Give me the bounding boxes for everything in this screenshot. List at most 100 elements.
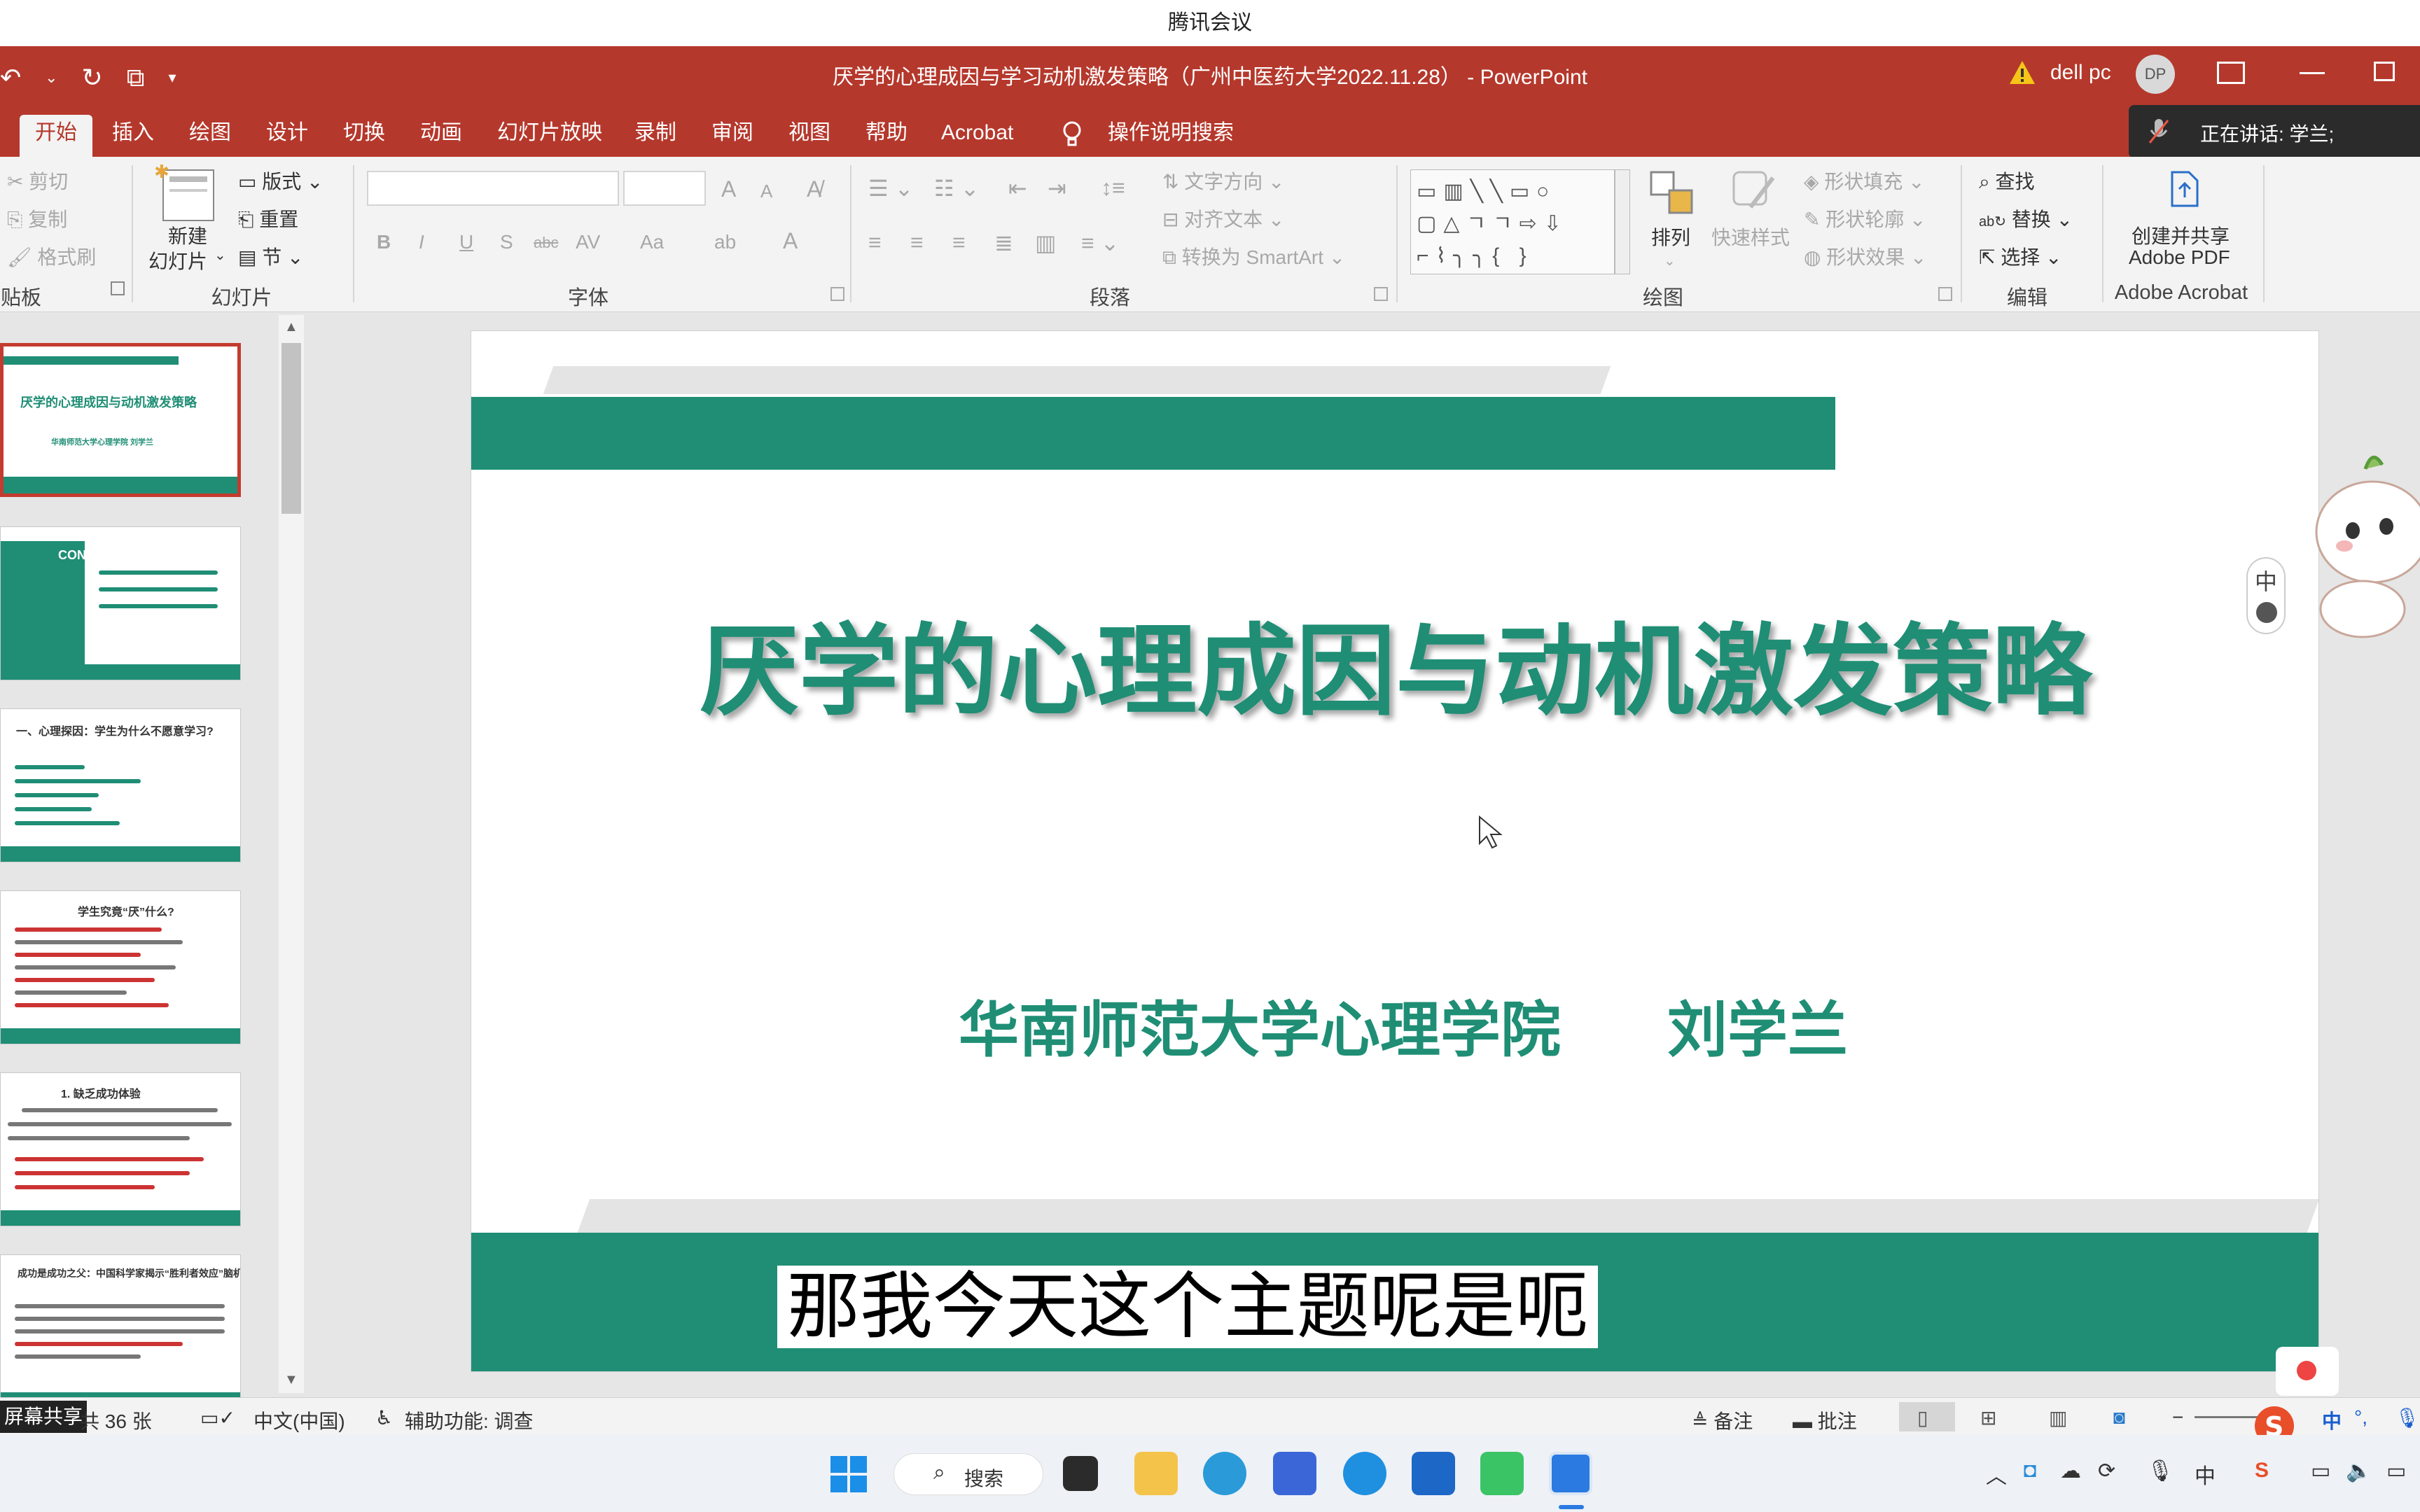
- sogou-tray-icon[interactable]: S: [2255, 1459, 2269, 1483]
- shrink-font-button[interactable]: A: [760, 181, 772, 202]
- windows-start-icon[interactable]: [830, 1456, 867, 1492]
- font-size-combobox[interactable]: [623, 171, 706, 206]
- scroll-thumb[interactable]: [281, 343, 301, 514]
- justify-icon[interactable]: ≣: [994, 230, 1013, 256]
- tell-me-search[interactable]: 操作说明搜索: [1092, 115, 1249, 157]
- tab-acrobat[interactable]: Acrobat: [926, 115, 1029, 157]
- ie-browser-icon[interactable]: [1343, 1452, 1386, 1495]
- new-slide-label[interactable]: 新建: [168, 221, 207, 249]
- tab-record[interactable]: 录制: [619, 115, 692, 157]
- language-indicator[interactable]: 中文(中国): [253, 1406, 345, 1434]
- chevron-up-icon[interactable]: ︿: [1986, 1459, 2007, 1490]
- new-slide-dropdown-icon[interactable]: ⌄: [214, 246, 226, 264]
- adobe-pdf-label[interactable]: Adobe PDF: [2129, 246, 2230, 269]
- zoom-out-icon[interactable]: −: [2172, 1406, 2183, 1429]
- network-icon[interactable]: ▭: [2311, 1459, 2330, 1483]
- font-launcher-icon[interactable]: [830, 287, 844, 301]
- copy-button[interactable]: ⎘ 复制: [7, 204, 67, 232]
- columns-icon[interactable]: ▥: [1035, 230, 1056, 256]
- slideshow-icon[interactable]: ◙: [2113, 1406, 2125, 1429]
- shape-outline-button[interactable]: ✎ 形状轮廓 ⌄: [1804, 204, 1926, 232]
- minimize-icon[interactable]: [2300, 72, 2325, 74]
- reading-view-icon[interactable]: ▥: [2049, 1406, 2067, 1429]
- underline-button[interactable]: U: [459, 231, 473, 253]
- arrange-label[interactable]: 排列: [1651, 223, 1690, 251]
- tab-transitions[interactable]: 切换: [328, 115, 401, 157]
- accessibility-icon[interactable]: ♿: [375, 1406, 393, 1429]
- new-slide-label-2[interactable]: 幻灯片: [148, 246, 207, 274]
- taskbar-ime-indicator[interactable]: 中: [2195, 1459, 2216, 1490]
- recording-indicator[interactable]: [2276, 1347, 2339, 1396]
- align-left-icon[interactable]: ≡: [868, 230, 882, 255]
- quick-styles-label[interactable]: 快速样式: [1711, 223, 1790, 251]
- clear-formatting-icon[interactable]: A̸: [807, 176, 821, 202]
- select-button[interactable]: ⇱ 选择 ⌄: [1979, 242, 2062, 270]
- task-view-icon[interactable]: [1063, 1456, 1098, 1491]
- arrange-icon[interactable]: [1648, 169, 1697, 218]
- adobe-pdf-icon[interactable]: [2167, 169, 2202, 209]
- slide-canvas[interactable]: 厌学的心理成因与动机激发策略 华南师范大学心理学院 刘学兰: [471, 330, 2319, 1372]
- change-case-button[interactable]: Aa: [640, 231, 664, 253]
- screen-share-label[interactable]: 屏幕共享: [0, 1401, 88, 1433]
- notes-button[interactable]: ≜ 备注: [1692, 1406, 1753, 1434]
- scroll-down-icon[interactable]: ▼: [284, 1372, 298, 1388]
- onedrive-icon[interactable]: ☁: [2060, 1459, 2081, 1483]
- section-button[interactable]: ▤ 节 ⌄: [238, 242, 304, 270]
- text-direction-button[interactable]: ⇅ 文字方向 ⌄: [1162, 167, 1285, 195]
- drawing-launcher-icon[interactable]: [1938, 287, 1952, 301]
- slide-thumbnail-1[interactable]: 厌学的心理成因与动机激发策略 华南师范大学心理学院 刘学兰: [0, 343, 241, 497]
- sync-icon[interactable]: ⟳: [2098, 1459, 2115, 1483]
- shapes-gallery-scroll[interactable]: [1615, 169, 1630, 274]
- taskbar-search[interactable]: ⌕ 搜索: [893, 1453, 1043, 1495]
- align-center-icon[interactable]: ≡: [910, 230, 924, 255]
- tab-draw[interactable]: 绘图: [174, 115, 246, 157]
- slide-sorter-icon[interactable]: ⊞: [1980, 1406, 1996, 1429]
- ime-lang-indicator[interactable]: 中: [2255, 564, 2277, 596]
- accessibility-status[interactable]: 辅助功能: 调查: [405, 1406, 534, 1434]
- replace-button[interactable]: ab↻ 替换 ⌄: [1979, 204, 2073, 232]
- layout-button[interactable]: ▭ 版式 ⌄: [238, 167, 324, 195]
- ime-skin-icon[interactable]: [2256, 602, 2277, 623]
- reset-button[interactable]: ⎗ 重置: [238, 204, 298, 232]
- cut-button[interactable]: ✂ 剪切: [7, 167, 68, 195]
- format-painter-button[interactable]: 🖌 格式刷: [7, 242, 96, 270]
- battery-icon[interactable]: ▭: [2386, 1459, 2406, 1483]
- microsoft-store-icon[interactable]: [1273, 1452, 1316, 1495]
- ime-chinese-mode[interactable]: 中: [2322, 1406, 2342, 1434]
- ime-punctuation-icon[interactable]: °,: [2354, 1406, 2367, 1429]
- floating-ime-toolbar[interactable]: 中: [2246, 557, 2286, 634]
- thumbnail-scrollbar[interactable]: ▲ ▼: [279, 315, 304, 1393]
- tray-app-icon[interactable]: ◘: [2024, 1459, 2036, 1483]
- comments-button[interactable]: ▬ 批注: [1793, 1406, 1857, 1434]
- tab-review[interactable]: 审阅: [696, 115, 769, 157]
- create-share-label[interactable]: 创建并共享: [2132, 221, 2230, 249]
- ribbon-display-options-icon[interactable]: [2217, 62, 2245, 84]
- arrange-dropdown-icon[interactable]: ⌄: [1664, 252, 1676, 270]
- grow-font-button[interactable]: A: [721, 176, 736, 202]
- tab-view[interactable]: 视图: [773, 115, 846, 157]
- bold-button[interactable]: B: [377, 231, 391, 253]
- quick-styles-icon[interactable]: [1730, 168, 1779, 217]
- tab-help[interactable]: 帮助: [850, 115, 923, 157]
- tab-design[interactable]: 设计: [251, 115, 324, 157]
- microphone-tray-icon[interactable]: 🎙: [2147, 1459, 2174, 1483]
- tab-slideshow[interactable]: 幻灯片放映: [482, 115, 618, 157]
- new-slide-icon[interactable]: ✱: [154, 161, 214, 221]
- slide-thumbnail-5[interactable]: 1. 缺乏成功体验: [0, 1072, 241, 1226]
- tab-insert[interactable]: 插入: [97, 115, 169, 157]
- file-explorer-icon[interactable]: [1134, 1452, 1178, 1495]
- italic-button[interactable]: I: [419, 231, 424, 253]
- lenovo-app-icon[interactable]: [1412, 1452, 1455, 1495]
- slide-thumbnail-2[interactable]: CONTENTS: [0, 526, 241, 680]
- spelling-icon[interactable]: ▭✓: [200, 1406, 235, 1429]
- shadow-button[interactable]: S: [500, 231, 513, 253]
- shape-effects-button[interactable]: ◍ 形状效果 ⌄: [1804, 242, 1926, 270]
- numbering-icon[interactable]: ☷ ⌄: [934, 175, 979, 202]
- align-text-button[interactable]: ⊟ 对齐文本 ⌄: [1162, 204, 1285, 232]
- shape-fill-button[interactable]: ◈ 形状填充 ⌄: [1804, 167, 1925, 195]
- user-name[interactable]: dell pc: [2050, 46, 2111, 109]
- paragraph-spacing-icon[interactable]: ≡ ⌄: [1081, 230, 1119, 256]
- wechat-work-icon[interactable]: [1480, 1452, 1524, 1495]
- scroll-up-icon[interactable]: ▲: [284, 319, 298, 335]
- edge-browser-icon[interactable]: [1203, 1452, 1246, 1495]
